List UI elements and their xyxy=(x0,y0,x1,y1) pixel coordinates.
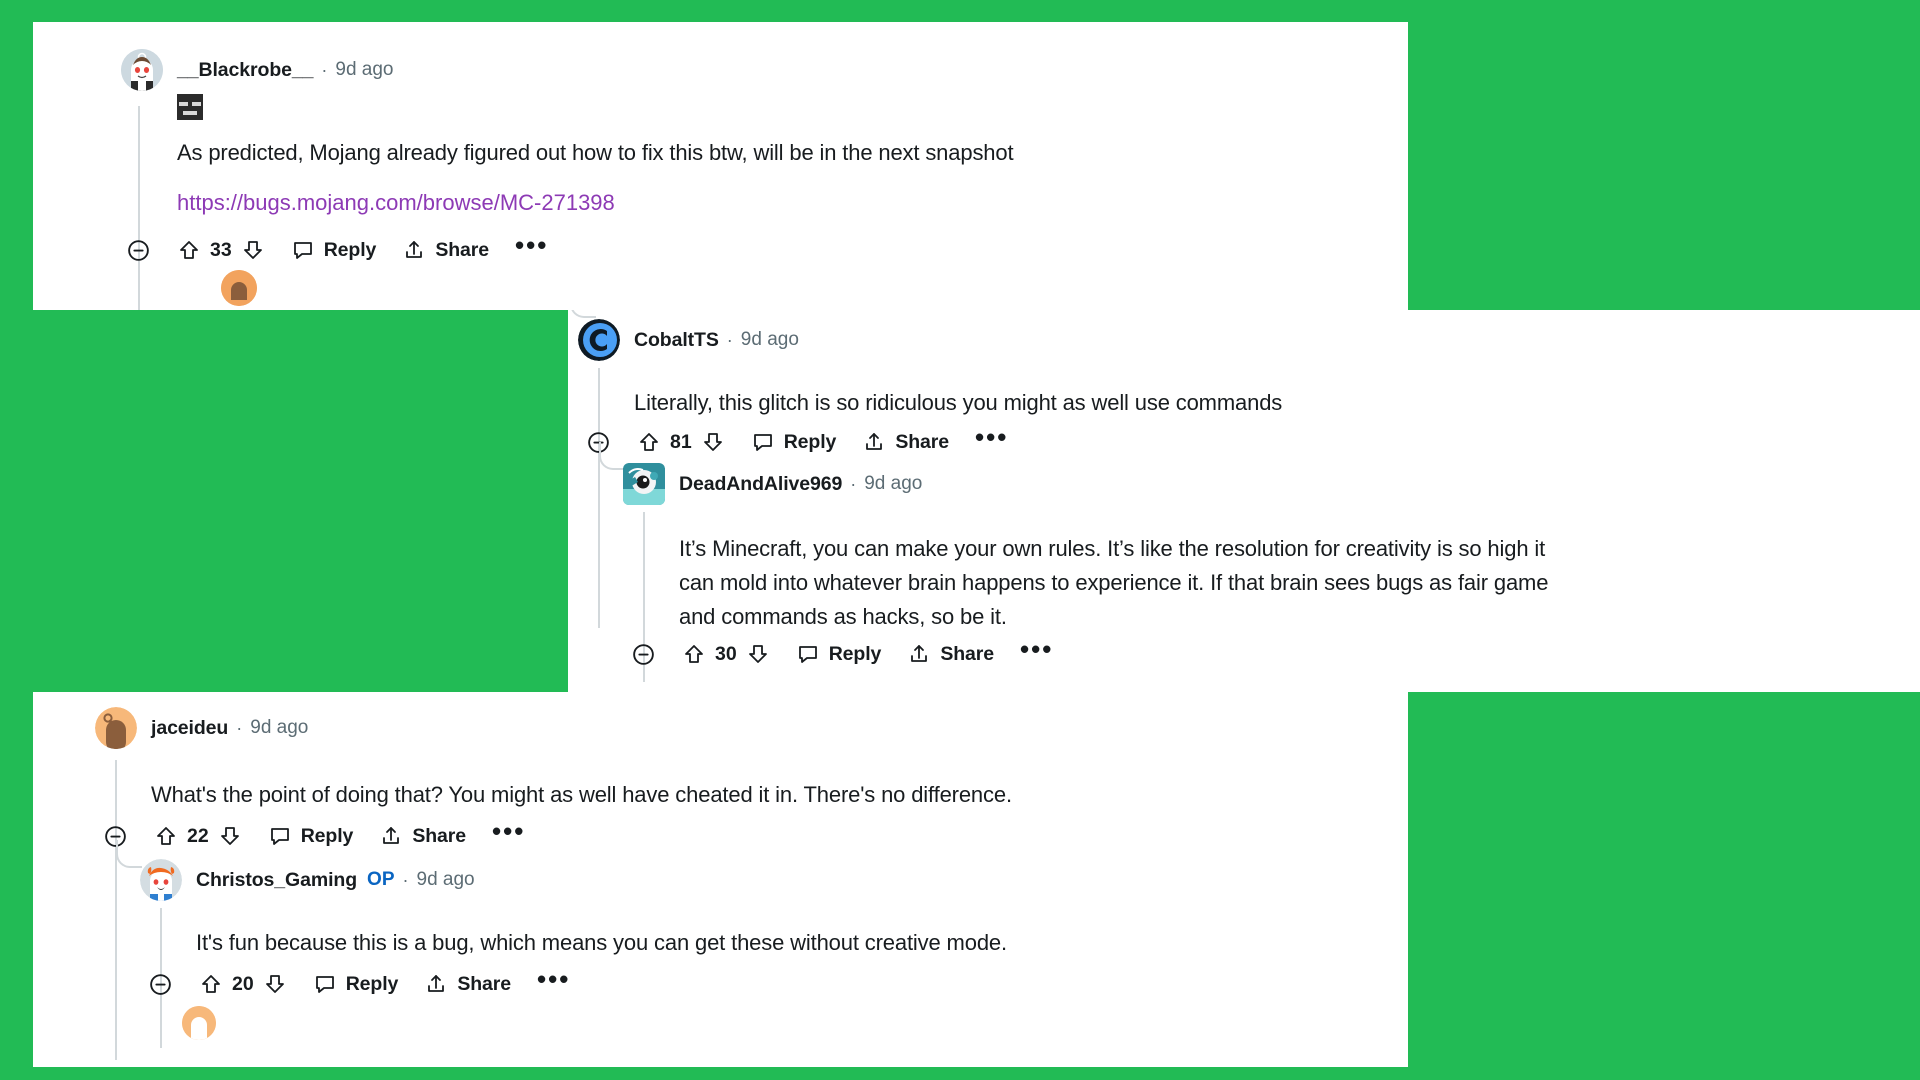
comment-header: Christos_Gaming OP · 9d ago xyxy=(140,859,475,901)
comment-body-line: can mold into whatever brain happens to … xyxy=(679,570,1549,595)
user-flair-minecraft-icon xyxy=(177,94,203,120)
reply-button[interactable]: Reply xyxy=(796,634,882,674)
comment-jaceideu: jaceideu · 9d ago What's the point of do… xyxy=(95,707,1395,1060)
comment-body: What's the point of doing that? You migh… xyxy=(151,782,1012,807)
comment-author[interactable]: Christos_Gaming xyxy=(196,869,357,892)
screenshot-stage: __Blackrobe__ · 9d ago As predicted, Moj… xyxy=(0,0,1920,1080)
comment-panel-middle: CobaltTS · 9d ago Literally, this glitch… xyxy=(568,310,1920,692)
share-button[interactable]: Share xyxy=(402,230,489,270)
comment-timestamp: 9d ago xyxy=(740,329,799,350)
share-label: Share xyxy=(895,430,950,453)
comment-timestamp: 9d ago xyxy=(335,59,394,80)
share-label: Share xyxy=(435,238,490,261)
separator-dot: · xyxy=(321,59,328,80)
reply-button[interactable]: Reply xyxy=(268,816,354,856)
comment-author[interactable]: __Blackrobe__ xyxy=(177,59,313,82)
more-options-button[interactable]: ••• xyxy=(515,232,548,260)
comment-score: 20 xyxy=(232,972,254,995)
avatar[interactable] xyxy=(140,859,182,901)
share-button[interactable]: Share xyxy=(862,422,949,462)
separator-dot: · xyxy=(236,717,243,738)
reply-button[interactable]: Reply xyxy=(291,230,377,270)
more-options-button[interactable]: ••• xyxy=(492,818,525,846)
comment-score: 22 xyxy=(187,824,209,847)
downvote-button[interactable] xyxy=(746,634,770,674)
upvote-button[interactable] xyxy=(682,634,706,674)
avatar[interactable] xyxy=(121,49,163,91)
comment-author[interactable]: jaceideu xyxy=(151,717,228,740)
reply-button[interactable]: Reply xyxy=(313,964,399,1004)
comment-panel-top: __Blackrobe__ · 9d ago As predicted, Moj… xyxy=(33,22,1408,310)
avatar[interactable] xyxy=(95,707,137,749)
thread-rail[interactable] xyxy=(138,106,140,310)
collapse-button[interactable] xyxy=(631,634,656,674)
collapse-button[interactable] xyxy=(148,964,173,1004)
thread-rail[interactable] xyxy=(115,760,117,1060)
comment-actions: 22 Reply Share ••• xyxy=(103,816,525,856)
comment-body: It's fun because this is a bug, which me… xyxy=(196,930,1007,955)
share-label: Share xyxy=(412,824,467,847)
upvote-button[interactable] xyxy=(637,422,661,462)
avatar[interactable] xyxy=(623,463,665,505)
reply-label: Reply xyxy=(345,972,399,995)
comment-link[interactable]: https://bugs.mojang.com/browse/MC-271398 xyxy=(177,186,615,220)
comment-body: Literally, this glitch is so ridiculous … xyxy=(634,390,1283,415)
separator-dot: · xyxy=(402,869,409,890)
thread-elbow xyxy=(116,840,142,868)
upvote-button[interactable] xyxy=(154,816,178,856)
comment-author[interactable]: CobaltTS xyxy=(634,329,719,352)
next-comment-avatar-peek xyxy=(182,1006,216,1040)
comment-header: __Blackrobe__ · 9d ago xyxy=(121,49,1381,91)
separator-dot: · xyxy=(850,473,857,494)
reply-button[interactable]: Reply xyxy=(751,422,837,462)
comment-body-line: It’s Minecraft, you can make your own ru… xyxy=(679,536,1546,561)
comment-header: CobaltTS · 9d ago xyxy=(578,319,799,361)
comment-score: 81 xyxy=(670,430,692,453)
comment-score: 30 xyxy=(715,642,737,665)
comment-actions: 20 Reply Share ••• xyxy=(148,964,570,1004)
comment-author[interactable]: DeadAndAlive969 xyxy=(679,473,842,496)
comment-timestamp: 9d ago xyxy=(864,473,923,494)
comment-actions: 81 Reply Share ••• xyxy=(586,422,1008,462)
avatar[interactable] xyxy=(578,319,620,361)
reply-label: Reply xyxy=(300,824,354,847)
comment-body: As predicted, Mojang already figured out… xyxy=(177,140,1014,165)
share-label: Share xyxy=(457,972,512,995)
thread-rail[interactable] xyxy=(598,368,600,628)
comment-blackrobe: __Blackrobe__ · 9d ago As predicted, Moj… xyxy=(121,49,1381,310)
comment-body-line: and commands as hacks, so be it. xyxy=(679,604,1007,629)
comment-header: DeadAndAlive969 · 9d ago xyxy=(623,463,923,505)
upvote-button[interactable] xyxy=(199,964,223,1004)
downvote-button[interactable] xyxy=(218,816,242,856)
downvote-button[interactable] xyxy=(241,230,265,270)
share-button[interactable]: Share xyxy=(379,816,466,856)
more-options-button[interactable]: ••• xyxy=(1020,636,1053,664)
comment-panel-bottom: jaceideu · 9d ago What's the point of do… xyxy=(33,692,1408,1067)
reply-label: Reply xyxy=(323,238,377,261)
comment-score: 33 xyxy=(210,238,232,261)
downvote-button[interactable] xyxy=(701,422,725,462)
share-label: Share xyxy=(940,642,995,665)
share-button[interactable]: Share xyxy=(424,964,511,1004)
comment-body: It’s Minecraft, you can make your own ru… xyxy=(679,532,1909,634)
comment-actions: 33 Reply Share ••• xyxy=(126,230,548,270)
thread-elbow xyxy=(599,442,625,470)
op-badge: OP xyxy=(367,869,395,890)
reply-label: Reply xyxy=(828,642,882,665)
reply-label: Reply xyxy=(783,430,837,453)
comment-header: jaceideu · 9d ago xyxy=(95,707,1395,749)
share-button[interactable]: Share xyxy=(907,634,994,674)
separator-dot: · xyxy=(726,329,733,350)
more-options-button[interactable]: ••• xyxy=(537,966,570,994)
upvote-button[interactable] xyxy=(177,230,201,270)
more-options-button[interactable]: ••• xyxy=(975,424,1008,452)
thread-elbow xyxy=(570,310,596,318)
collapse-button[interactable] xyxy=(126,230,151,270)
comment-timestamp: 9d ago xyxy=(250,717,309,738)
comment-actions: 30 Reply Share ••• xyxy=(631,634,1053,674)
next-comment-avatar-peek xyxy=(221,270,257,306)
comment-timestamp: 9d ago xyxy=(416,869,475,890)
downvote-button[interactable] xyxy=(263,964,287,1004)
